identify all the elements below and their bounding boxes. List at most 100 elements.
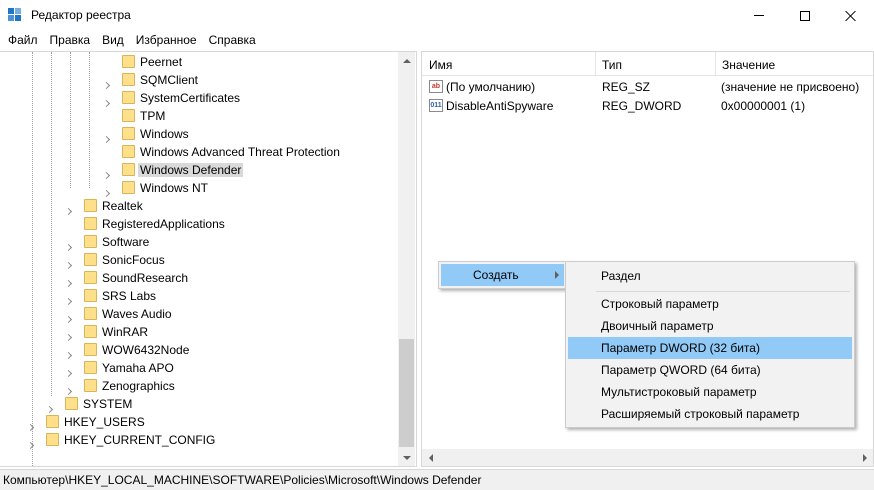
tree-item[interactable]: Windows Advanced Threat Protection bbox=[0, 143, 396, 161]
tree-item-label: WOW6432Node bbox=[102, 343, 190, 357]
tree-item[interactable]: Realtek bbox=[0, 197, 396, 216]
folder-icon bbox=[46, 433, 59, 446]
value-name: (По умолчанию) bbox=[446, 80, 536, 94]
menu-favorites[interactable]: Избранное bbox=[130, 31, 203, 51]
tree-item[interactable]: Software bbox=[0, 233, 396, 252]
tree-item[interactable]: Windows bbox=[0, 125, 396, 144]
window-title: Редактор реестра bbox=[31, 8, 131, 22]
submenu-item-key[interactable]: Раздел bbox=[568, 265, 852, 287]
tree-item[interactable]: Yamaha APO bbox=[0, 359, 396, 378]
tree-item-label: Windows Advanced Threat Protection bbox=[140, 145, 340, 159]
scroll-right-button[interactable] bbox=[856, 449, 873, 466]
maximize-button[interactable] bbox=[782, 0, 828, 31]
tree-vertical-scrollbar[interactable] bbox=[398, 52, 415, 466]
submenu-item-dword-value[interactable]: Параметр DWORD (32 бита) bbox=[568, 337, 852, 359]
list-item[interactable]: 011 DisableAntiSpyware REG_DWORD 0x00000… bbox=[422, 97, 873, 115]
tree-item[interactable]: WOW6432Node bbox=[0, 341, 396, 360]
tree-item-label: Zenographics bbox=[102, 379, 175, 393]
scroll-thumb[interactable] bbox=[399, 339, 414, 447]
tree-item-label: Windows Defender bbox=[138, 163, 244, 177]
column-header-value[interactable]: Значение bbox=[715, 52, 873, 76]
submenu-item-label: Мультистроковый параметр bbox=[601, 385, 757, 399]
submenu-item-label: Двоичный параметр bbox=[601, 319, 714, 333]
tree-item-label: Windows bbox=[140, 127, 189, 141]
folder-icon bbox=[122, 109, 135, 122]
chevron-right-icon[interactable] bbox=[26, 437, 35, 451]
value-name: DisableAntiSpyware bbox=[446, 99, 554, 113]
tree-item[interactable]: SQMClient bbox=[0, 71, 396, 90]
column-header-type[interactable]: Тип bbox=[595, 52, 715, 76]
scroll-up-button[interactable] bbox=[398, 52, 415, 69]
minimize-button[interactable] bbox=[736, 0, 782, 31]
tree-item[interactable]: RegisteredApplications bbox=[0, 215, 396, 233]
menu-separator bbox=[596, 291, 850, 292]
folder-icon bbox=[84, 361, 97, 374]
tree-item-selected[interactable]: Windows Defender bbox=[0, 161, 396, 180]
minimize-icon bbox=[754, 15, 764, 16]
submenu-item-qword-value[interactable]: Параметр QWORD (64 бита) bbox=[568, 359, 852, 381]
tree-item[interactable]: Zenographics bbox=[0, 377, 396, 396]
tree-item-label: SonicFocus bbox=[102, 253, 165, 267]
tree-item[interactable]: Waves Audio bbox=[0, 305, 396, 324]
menu-edit[interactable]: Правка bbox=[44, 31, 97, 51]
tree-item[interactable]: HKEY_USERS bbox=[0, 413, 396, 432]
menu-file[interactable]: Файл bbox=[2, 31, 44, 51]
arrow-right-icon bbox=[862, 453, 867, 462]
value-type: REG_DWORD bbox=[602, 99, 682, 113]
maximize-icon bbox=[800, 10, 810, 21]
submenu-item-label: Раздел bbox=[601, 269, 641, 283]
scroll-left-button[interactable] bbox=[422, 449, 439, 466]
submenu-item-binary-value[interactable]: Двоичный параметр bbox=[568, 315, 852, 337]
tree-item-label: Yamaha APO bbox=[102, 361, 174, 375]
tree-item[interactable]: Peernet bbox=[0, 53, 396, 71]
folder-icon bbox=[84, 325, 97, 338]
folder-icon bbox=[122, 127, 135, 140]
folder-icon bbox=[84, 379, 97, 392]
tree-item[interactable]: SonicFocus bbox=[0, 251, 396, 270]
menu-help[interactable]: Справка bbox=[203, 31, 262, 51]
folder-icon bbox=[84, 217, 97, 230]
tree-item-label: Realtek bbox=[102, 199, 143, 213]
submenu-arrow-icon bbox=[555, 271, 559, 279]
submenu-item-label: Параметр DWORD (32 бита) bbox=[601, 341, 760, 355]
submenu-item-label: Строковый параметр bbox=[601, 297, 719, 311]
submenu-item-expandable-string-value[interactable]: Расширяемый строковый параметр bbox=[568, 403, 852, 425]
tree-item[interactable]: Windows NT bbox=[0, 179, 396, 198]
list-item[interactable]: ab (По умолчанию) REG_SZ (значение не пр… bbox=[422, 78, 873, 96]
menu-item-create[interactable]: Создать bbox=[441, 264, 564, 286]
menu-view[interactable]: Вид bbox=[96, 31, 130, 51]
tree-item-label: Windows NT bbox=[140, 181, 209, 195]
tree-item[interactable]: SoundResearch bbox=[0, 269, 396, 288]
submenu-item-multi-string-value[interactable]: Мультистроковый параметр bbox=[568, 381, 852, 403]
column-header-name[interactable]: Имя bbox=[422, 52, 595, 76]
list-horizontal-scrollbar[interactable] bbox=[422, 449, 873, 466]
folder-icon bbox=[84, 199, 97, 212]
tree-item[interactable]: TPM bbox=[0, 107, 396, 125]
close-button[interactable] bbox=[828, 0, 874, 31]
registry-tree-pane[interactable]: Peernet SQMClient SystemCertificates TPM… bbox=[0, 51, 417, 467]
tree-item-label: Waves Audio bbox=[102, 307, 172, 321]
tree-item[interactable]: WinRAR bbox=[0, 323, 396, 342]
tree-item[interactable]: HKEY_CURRENT_CONFIG bbox=[0, 431, 396, 451]
value-data: (значение не присвоено) bbox=[721, 80, 860, 94]
tree-item[interactable]: SystemCertificates bbox=[0, 89, 396, 108]
binary-value-icon: 011 bbox=[429, 99, 443, 112]
folder-icon bbox=[122, 73, 135, 86]
folder-icon bbox=[84, 253, 97, 266]
list-header: Имя Тип Значение bbox=[422, 52, 873, 76]
folder-icon bbox=[84, 235, 97, 248]
folder-icon bbox=[122, 55, 135, 68]
value-data: 0x00000001 (1) bbox=[721, 99, 806, 113]
scroll-down-button[interactable] bbox=[398, 449, 415, 466]
submenu-item-string-value[interactable]: Строковый параметр bbox=[568, 293, 852, 315]
tree-item[interactable]: SRS Labs bbox=[0, 287, 396, 306]
tree-item-label: TPM bbox=[140, 109, 166, 123]
context-menu: Создать bbox=[438, 261, 567, 289]
registry-editor-icon bbox=[8, 8, 24, 24]
value-type: REG_SZ bbox=[602, 80, 651, 94]
tree-item-label: SoundResearch bbox=[102, 271, 189, 285]
tree-item[interactable]: SYSTEM bbox=[0, 395, 396, 414]
folder-icon bbox=[122, 91, 135, 104]
folder-icon bbox=[84, 343, 97, 356]
submenu-item-label: Расширяемый строковый параметр bbox=[601, 407, 800, 421]
